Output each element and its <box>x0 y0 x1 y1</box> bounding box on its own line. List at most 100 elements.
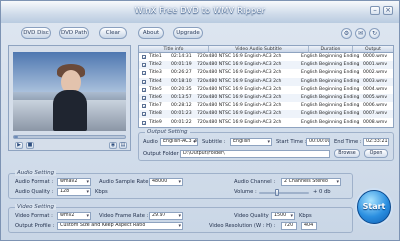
app-title: WinX Free DVD to WMV Ripper <box>134 6 266 15</box>
row-duration: Beginning Ending <box>319 103 360 109</box>
row-title: Title6 <box>149 95 162 100</box>
volume-value: + 0 db <box>313 189 331 195</box>
toolbar: DVD Disc DVD Path Clear About Upgrade ⚙ … <box>1 23 399 44</box>
folder-icon[interactable]: ▤ <box>119 142 127 149</box>
browse-button[interactable]: Browse <box>334 149 360 158</box>
row-duration: Beginning Ending <box>319 62 360 68</box>
table-row[interactable]: ✓ Title6 00:13:57 720x480 NTSC 16:9 English… <box>139 94 393 102</box>
row-length: 00:20:35 <box>171 86 192 92</box>
row-video-audio: 720x480 NTSC 16:9 English-AC3 2ch <box>197 62 282 68</box>
resolution-height-input[interactable]: 404 <box>301 222 317 230</box>
refresh-icon[interactable]: ↻ <box>369 28 380 39</box>
end-time-input[interactable]: 02:33:21 <box>363 138 389 146</box>
dvd-path-button[interactable]: DVD Path <box>59 27 89 39</box>
table-row[interactable]: ✓ Title4 00:18:10 720x480 NTSC 16:9 English… <box>139 77 393 86</box>
title-bar: WinX Free DVD to WMV Ripper – × <box>1 1 399 23</box>
dvd-disc-button[interactable]: DVD Disc <box>21 27 51 39</box>
row-output: 0007.wmv <box>363 111 388 117</box>
snapshot-icon[interactable]: ◉ <box>109 142 117 149</box>
start-time-input[interactable]: 00:00:00 <box>306 138 330 146</box>
table-row[interactable]: ✓ Title5 00:20:35 720x480 NTSC 16:9 English… <box>139 86 393 94</box>
open-button[interactable]: Open <box>364 149 388 158</box>
table-row[interactable]: ✓ Title7 00:28:12 720x480 NTSC 16:9 English… <box>139 102 393 110</box>
audio-sample-rate-select[interactable]: 48000 <box>149 178 183 186</box>
audio-format-label: Audio Format : <box>15 179 54 185</box>
video-setting-legend: Video Setting <box>15 204 56 210</box>
close-button[interactable]: × <box>383 6 393 15</box>
stop-icon[interactable]: ■ <box>26 142 34 149</box>
row-checkbox[interactable]: ✓ <box>142 104 146 109</box>
start-button[interactable]: Start <box>357 190 391 224</box>
row-video-audio: 720x480 NTSC 16:9 English-AC3 2ch <box>197 111 282 117</box>
subtitle-select[interactable]: English <box>230 138 272 146</box>
about-button[interactable]: About <box>138 27 164 39</box>
row-video-audio: 720x480 NTSC 16:9 English-AC3 2ch <box>197 54 282 59</box>
audio-quality-unit: Kbps <box>95 189 108 195</box>
preview-panel: ▶ ■ ◉ ▤ <box>8 45 131 151</box>
title-list-table: Title info Video Audio Subtitle Duration… <box>138 45 394 128</box>
volume-slider-track[interactable] <box>259 192 309 194</box>
row-checkbox[interactable]: ✓ <box>142 96 146 101</box>
row-title: Title5 <box>149 86 162 92</box>
video-person-body <box>53 90 87 131</box>
table-row[interactable]: ✓ Title2 00:01:19 720x480 NTSC 16:9 English… <box>139 61 393 70</box>
row-duration: Beginning Ending <box>319 78 360 84</box>
row-video-audio: 720x480 NTSC 16:9 English-AC3 2ch <box>197 95 282 100</box>
row-checkbox[interactable]: ✓ <box>142 63 146 68</box>
clear-button[interactable]: Clear <box>99 27 127 39</box>
audio-quality-select[interactable]: 128 <box>57 188 91 196</box>
row-output: 0003.wmv <box>363 78 388 84</box>
audio-format-select[interactable]: wmav2 <box>57 178 91 186</box>
output-setting-group: Output Setting Audio : English-AC3 2ch S… <box>138 129 394 161</box>
row-output: 0004.wmv <box>363 86 388 92</box>
play-icon[interactable]: ▶ <box>15 142 23 149</box>
row-title: Title4 <box>149 78 162 84</box>
row-length: 00:18:10 <box>171 78 192 84</box>
row-output: 0002.wmv <box>363 70 388 76</box>
table-row[interactable]: ✓ Title9 00:01:22 720x480 NTSC 16:9 English… <box>139 119 393 127</box>
row-checkbox[interactable]: ✓ <box>142 55 146 60</box>
audio-quality-label: Audio Quality : <box>15 189 54 195</box>
row-video-audio: 720x480 NTSC 16:9 English-AC3 2ch <box>197 119 282 125</box>
row-output: 0006.wmv <box>363 103 388 109</box>
table-row[interactable]: ✓ Title1 02:14:31 720x480 NTSC 16:9 English… <box>139 53 393 61</box>
row-title: Title7 <box>149 103 162 109</box>
volume-slider-knob[interactable] <box>275 189 279 196</box>
row-duration: Beginning Ending <box>319 54 360 59</box>
resolution-width-input[interactable]: 720 <box>281 222 297 230</box>
email-icon[interactable]: ✉ <box>355 28 366 39</box>
row-length: 00:01:22 <box>171 119 192 125</box>
row-title: Title3 <box>149 70 162 76</box>
row-checkbox[interactable]: ✓ <box>142 120 146 125</box>
video-format-select[interactable]: wmv2 <box>57 212 91 220</box>
table-row[interactable]: ✓ Title8 00:01:23 720x480 NTSC 16:9 English… <box>139 110 393 119</box>
table-row[interactable]: ✓ Title3 00:26:27 720x480 NTSC 16:9 English… <box>139 69 393 77</box>
output-folder-input[interactable]: D:\Output\Folder\ <box>180 150 330 158</box>
row-checkbox[interactable]: ✓ <box>142 71 146 76</box>
audio-track-select[interactable]: English-AC3 2ch <box>160 138 198 146</box>
video-quality-select[interactable]: 1500 <box>271 212 295 220</box>
row-checkbox[interactable]: ✓ <box>142 112 146 117</box>
audio-channel-select[interactable]: 2 Channels Stereo <box>281 178 341 186</box>
row-checkbox[interactable]: ✓ <box>142 87 146 92</box>
upgrade-button[interactable]: Upgrade <box>173 27 203 39</box>
row-duration: Beginning Ending <box>319 111 360 117</box>
output-profile-label: Output Profile : <box>15 223 55 229</box>
row-length: 00:01:23 <box>171 111 192 117</box>
end-time-label: End Time : <box>334 139 362 145</box>
volume-label: Volume : <box>234 189 257 195</box>
video-format-label: Video Format : <box>15 213 53 219</box>
minimize-button[interactable]: – <box>370 6 380 15</box>
row-video-audio: 720x480 NTSC 16:9 English-AC3 2ch <box>197 103 282 109</box>
video-frame-rate-select[interactable]: 29.97 <box>149 212 183 220</box>
output-profile-select[interactable]: Custom Size and Keep Aspect Ratio <box>57 222 183 230</box>
video-setting-group: Video Setting Video Format : wmv2 Video … <box>8 204 353 233</box>
playback-progress-bar[interactable] <box>13 135 126 139</box>
header-title-info: Title info <box>139 46 209 53</box>
video-preview <box>13 52 126 131</box>
row-length: 00:26:27 <box>171 70 192 76</box>
row-checkbox[interactable]: ✓ <box>142 79 146 84</box>
row-length: 02:14:31 <box>171 54 192 59</box>
table-header: Title info Video Audio Subtitle Duration… <box>139 46 393 53</box>
settings-icon[interactable]: ⚙ <box>341 28 352 39</box>
